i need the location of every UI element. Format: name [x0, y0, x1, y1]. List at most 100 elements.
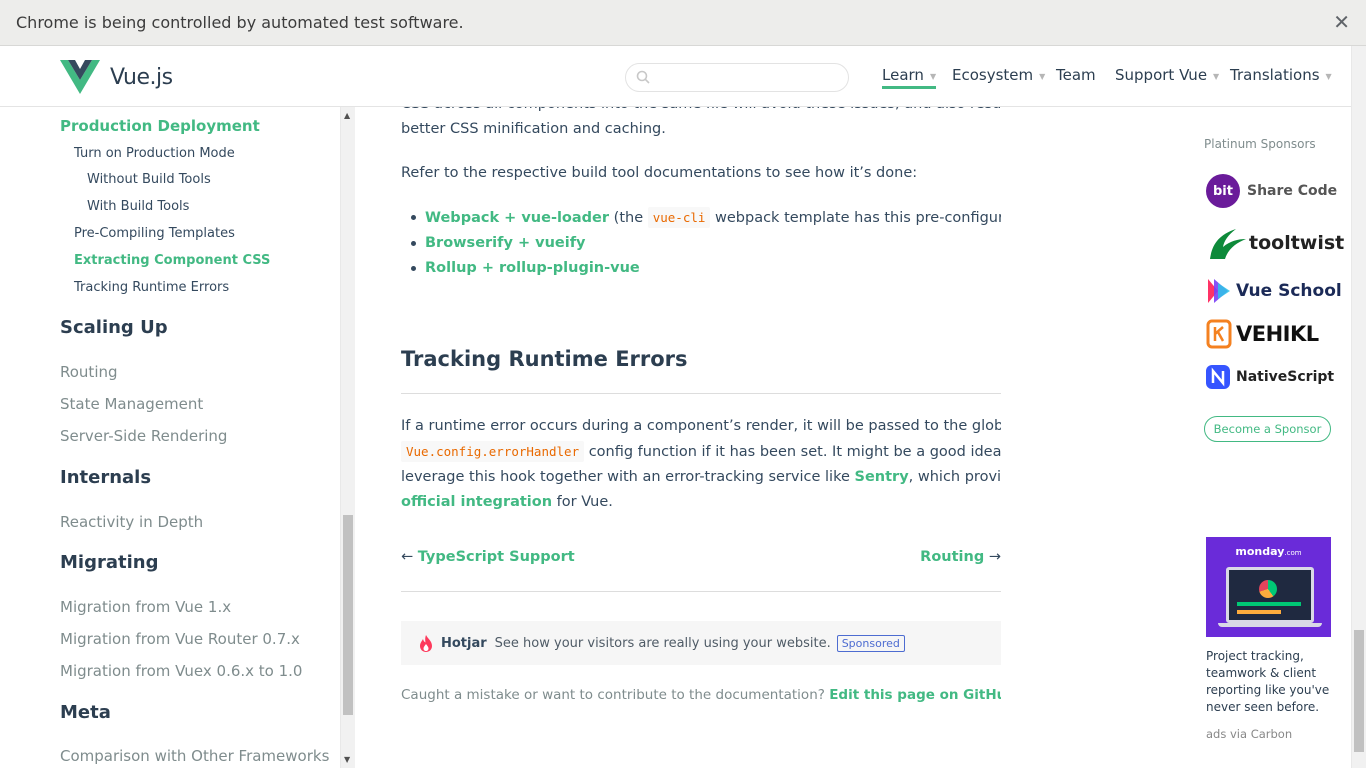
bar-graphic [1237, 602, 1301, 606]
sidebar-item-migration-vue-router[interactable]: Migration from Vue Router 0.7.x [60, 630, 300, 648]
browserify-vueify-link[interactable]: Browserify + vueify [425, 235, 586, 251]
chevron-down-icon: ▼ [1213, 71, 1220, 81]
scroll-up-arrow-icon[interactable]: ▲ [344, 111, 350, 120]
sponsor-bit[interactable]: bit Share Code [1206, 174, 1337, 208]
nav-team-label: Team [1056, 66, 1096, 84]
sponsor-tooltwist[interactable]: tooltwist [1206, 225, 1344, 261]
sidebar-item-production-deployment[interactable]: Production Deployment [60, 117, 260, 135]
nav-ecosystem[interactable]: Ecosystem ▼ [952, 66, 1045, 84]
sidebar: Production Deployment Turn on Production… [0, 107, 340, 768]
rollup-plugin-vue-link[interactable]: Rollup + rollup-plugin-vue [425, 260, 640, 276]
next-page-label[interactable]: Routing [920, 549, 984, 565]
vue-cli-code: vue-cli [647, 207, 711, 228]
sidebar-item-comparison[interactable]: Comparison with Other Frameworks [60, 747, 329, 765]
sidebar-item-pre-compiling-templates[interactable]: Pre-Compiling Templates [74, 226, 235, 241]
edit-on-github-link[interactable]: Edit this page on GitHub! [829, 687, 1001, 703]
page-scrollbar-thumb[interactable] [1354, 630, 1364, 752]
page-scrollbar[interactable] [1351, 46, 1366, 768]
nav-translations-label: Translations [1230, 66, 1320, 84]
paragraph-partial-line-1: CSS across all components into the same … [401, 107, 1001, 117]
carbon-ad-image[interactable]: monday.com [1206, 537, 1331, 637]
prev-page-label[interactable]: TypeScript Support [418, 549, 575, 565]
nav-support-vue[interactable]: Support Vue ▼ [1115, 66, 1219, 84]
tooltwist-logo-icon [1210, 229, 1246, 259]
nav-learn-label: Learn [882, 66, 924, 84]
search-input[interactable] [656, 68, 841, 88]
laptop-base [1218, 623, 1322, 627]
site-header: Vue.js Learn ▼ Ecosystem ▼ Team Support … [0, 46, 1366, 107]
close-icon[interactable]: ✕ [1333, 12, 1350, 32]
vehikl-logo-icon [1206, 319, 1232, 349]
sidebar-item-reactivity-in-depth[interactable]: Reactivity in Depth [60, 513, 203, 531]
hotjar-brand: Hotjar [441, 635, 487, 651]
webpack-post-text: webpack template has this pre-configured… [710, 210, 1001, 226]
bullet [411, 215, 416, 220]
errors-line-3-text: leverage this hook together with an erro… [401, 469, 855, 485]
sidebar-item-state-management[interactable]: State Management [60, 395, 203, 413]
footer-divider [401, 591, 1001, 592]
carbon-ad-text[interactable]: Project tracking, teamwork & client repo… [1206, 648, 1331, 716]
search-box[interactable] [625, 63, 849, 92]
hotjar-flame-icon [420, 634, 432, 652]
nav-team[interactable]: Team [1056, 66, 1096, 84]
sidebar-item-turn-on-production-mode[interactable]: Turn on Production Mode [74, 146, 235, 161]
heading-divider [401, 393, 1001, 394]
hotjar-ad-text: See how your visitors are really using y… [494, 635, 831, 651]
edit-page-text: Caught a mistake or want to contribute t… [401, 687, 830, 703]
sidebar-scrollbar-thumb[interactable] [343, 515, 353, 715]
error-handler-code: Vue.config.errorHandler [401, 441, 585, 462]
sidebar-item-extracting-component-css[interactable]: Extracting Component CSS [74, 253, 270, 268]
bit-logo-icon: bit [1206, 174, 1240, 208]
errors-line-2-text: config function if it has been set. It m… [584, 444, 1001, 460]
nav-translations[interactable]: Translations ▼ [1230, 66, 1332, 84]
official-integration-link[interactable]: official integration [401, 494, 552, 510]
automation-infobar: Chrome is being controlled by automated … [0, 0, 1366, 46]
sidebar-item-migration-vuex[interactable]: Migration from Vuex 0.6.x to 1.0 [60, 662, 302, 680]
sidebar-item-with-build-tools[interactable]: With Build Tools [87, 199, 189, 214]
sidebar-item-without-build-tools[interactable]: Without Build Tools [87, 172, 211, 187]
errors-line-4-text: for Vue. [552, 494, 613, 510]
sidebar-heading-meta: Meta [60, 702, 111, 723]
next-page-link[interactable]: Routing → [920, 545, 1001, 570]
hotjar-ad[interactable]: Hotjar See how your visitors are really … [401, 621, 1001, 665]
vue-logo-icon [60, 60, 100, 94]
errors-paragraph-line-2: Vue.config.errorHandler config function … [401, 439, 1001, 465]
monday-logo: monday.com [1206, 545, 1331, 558]
edit-page-note: Caught a mistake or want to contribute t… [401, 683, 1001, 708]
become-a-sponsor-button[interactable]: Become a Sponsor [1204, 416, 1331, 442]
nav-support-vue-label: Support Vue [1115, 66, 1208, 84]
sponsor-vehikl-label: VEHIKL [1236, 322, 1319, 346]
sentry-link[interactable]: Sentry [855, 469, 909, 485]
bar-graphic [1237, 610, 1281, 614]
vue-school-logo-icon [1208, 279, 1230, 303]
sidebar-heading-internals: Internals [60, 467, 152, 488]
refer-paragraph: Refer to the respective build tool docum… [401, 165, 918, 181]
sponsor-nativescript-label: NativeScript [1236, 369, 1335, 385]
sponsor-vue-school-label: Vue School [1236, 281, 1342, 301]
sidebar-scrollbar[interactable]: ▲ ▼ [340, 107, 355, 768]
sidebar-item-tracking-runtime-errors[interactable]: Tracking Runtime Errors [74, 280, 229, 295]
chevron-down-icon: ▼ [1325, 71, 1332, 81]
sidebar-item-migration-vue1[interactable]: Migration from Vue 1.x [60, 598, 231, 616]
errors-paragraph-line-4: official integration for Vue. [401, 490, 613, 515]
scroll-down-arrow-icon[interactable]: ▼ [344, 755, 350, 764]
sidebar-item-server-side-rendering[interactable]: Server-Side Rendering [60, 427, 227, 445]
logo[interactable]: Vue.js [60, 60, 173, 94]
sponsor-vehikl[interactable]: VEHIKL [1206, 319, 1319, 349]
sponsor-nativescript[interactable]: NativeScript [1206, 365, 1334, 389]
sponsors-sidebar: Platinum Sponsors bit Share Code tooltwi… [1204, 107, 1344, 768]
automation-message: Chrome is being controlled by automated … [16, 13, 464, 32]
section-heading-tracking-runtime-errors: Tracking Runtime Errors [401, 347, 688, 371]
chevron-down-icon: ▼ [929, 71, 937, 81]
sidebar-item-routing[interactable]: Routing [60, 363, 118, 381]
webpack-vue-loader-link[interactable]: Webpack + vue-loader [425, 210, 609, 226]
prev-page-link[interactable]: ← TypeScript Support [401, 545, 575, 570]
sponsor-vue-school[interactable]: Vue School [1206, 277, 1342, 305]
ads-via-carbon-link[interactable]: ads via Carbon [1206, 727, 1292, 741]
nav-ecosystem-label: Ecosystem [952, 66, 1034, 84]
monday-brand-suffix: .com [1284, 549, 1302, 557]
nav-learn[interactable]: Learn ▼ [882, 66, 937, 89]
sponsored-badge: Sponsored [836, 634, 905, 652]
list-item-browserify: Browserify + vueify [425, 231, 586, 256]
monday-brand: monday [1235, 545, 1285, 558]
